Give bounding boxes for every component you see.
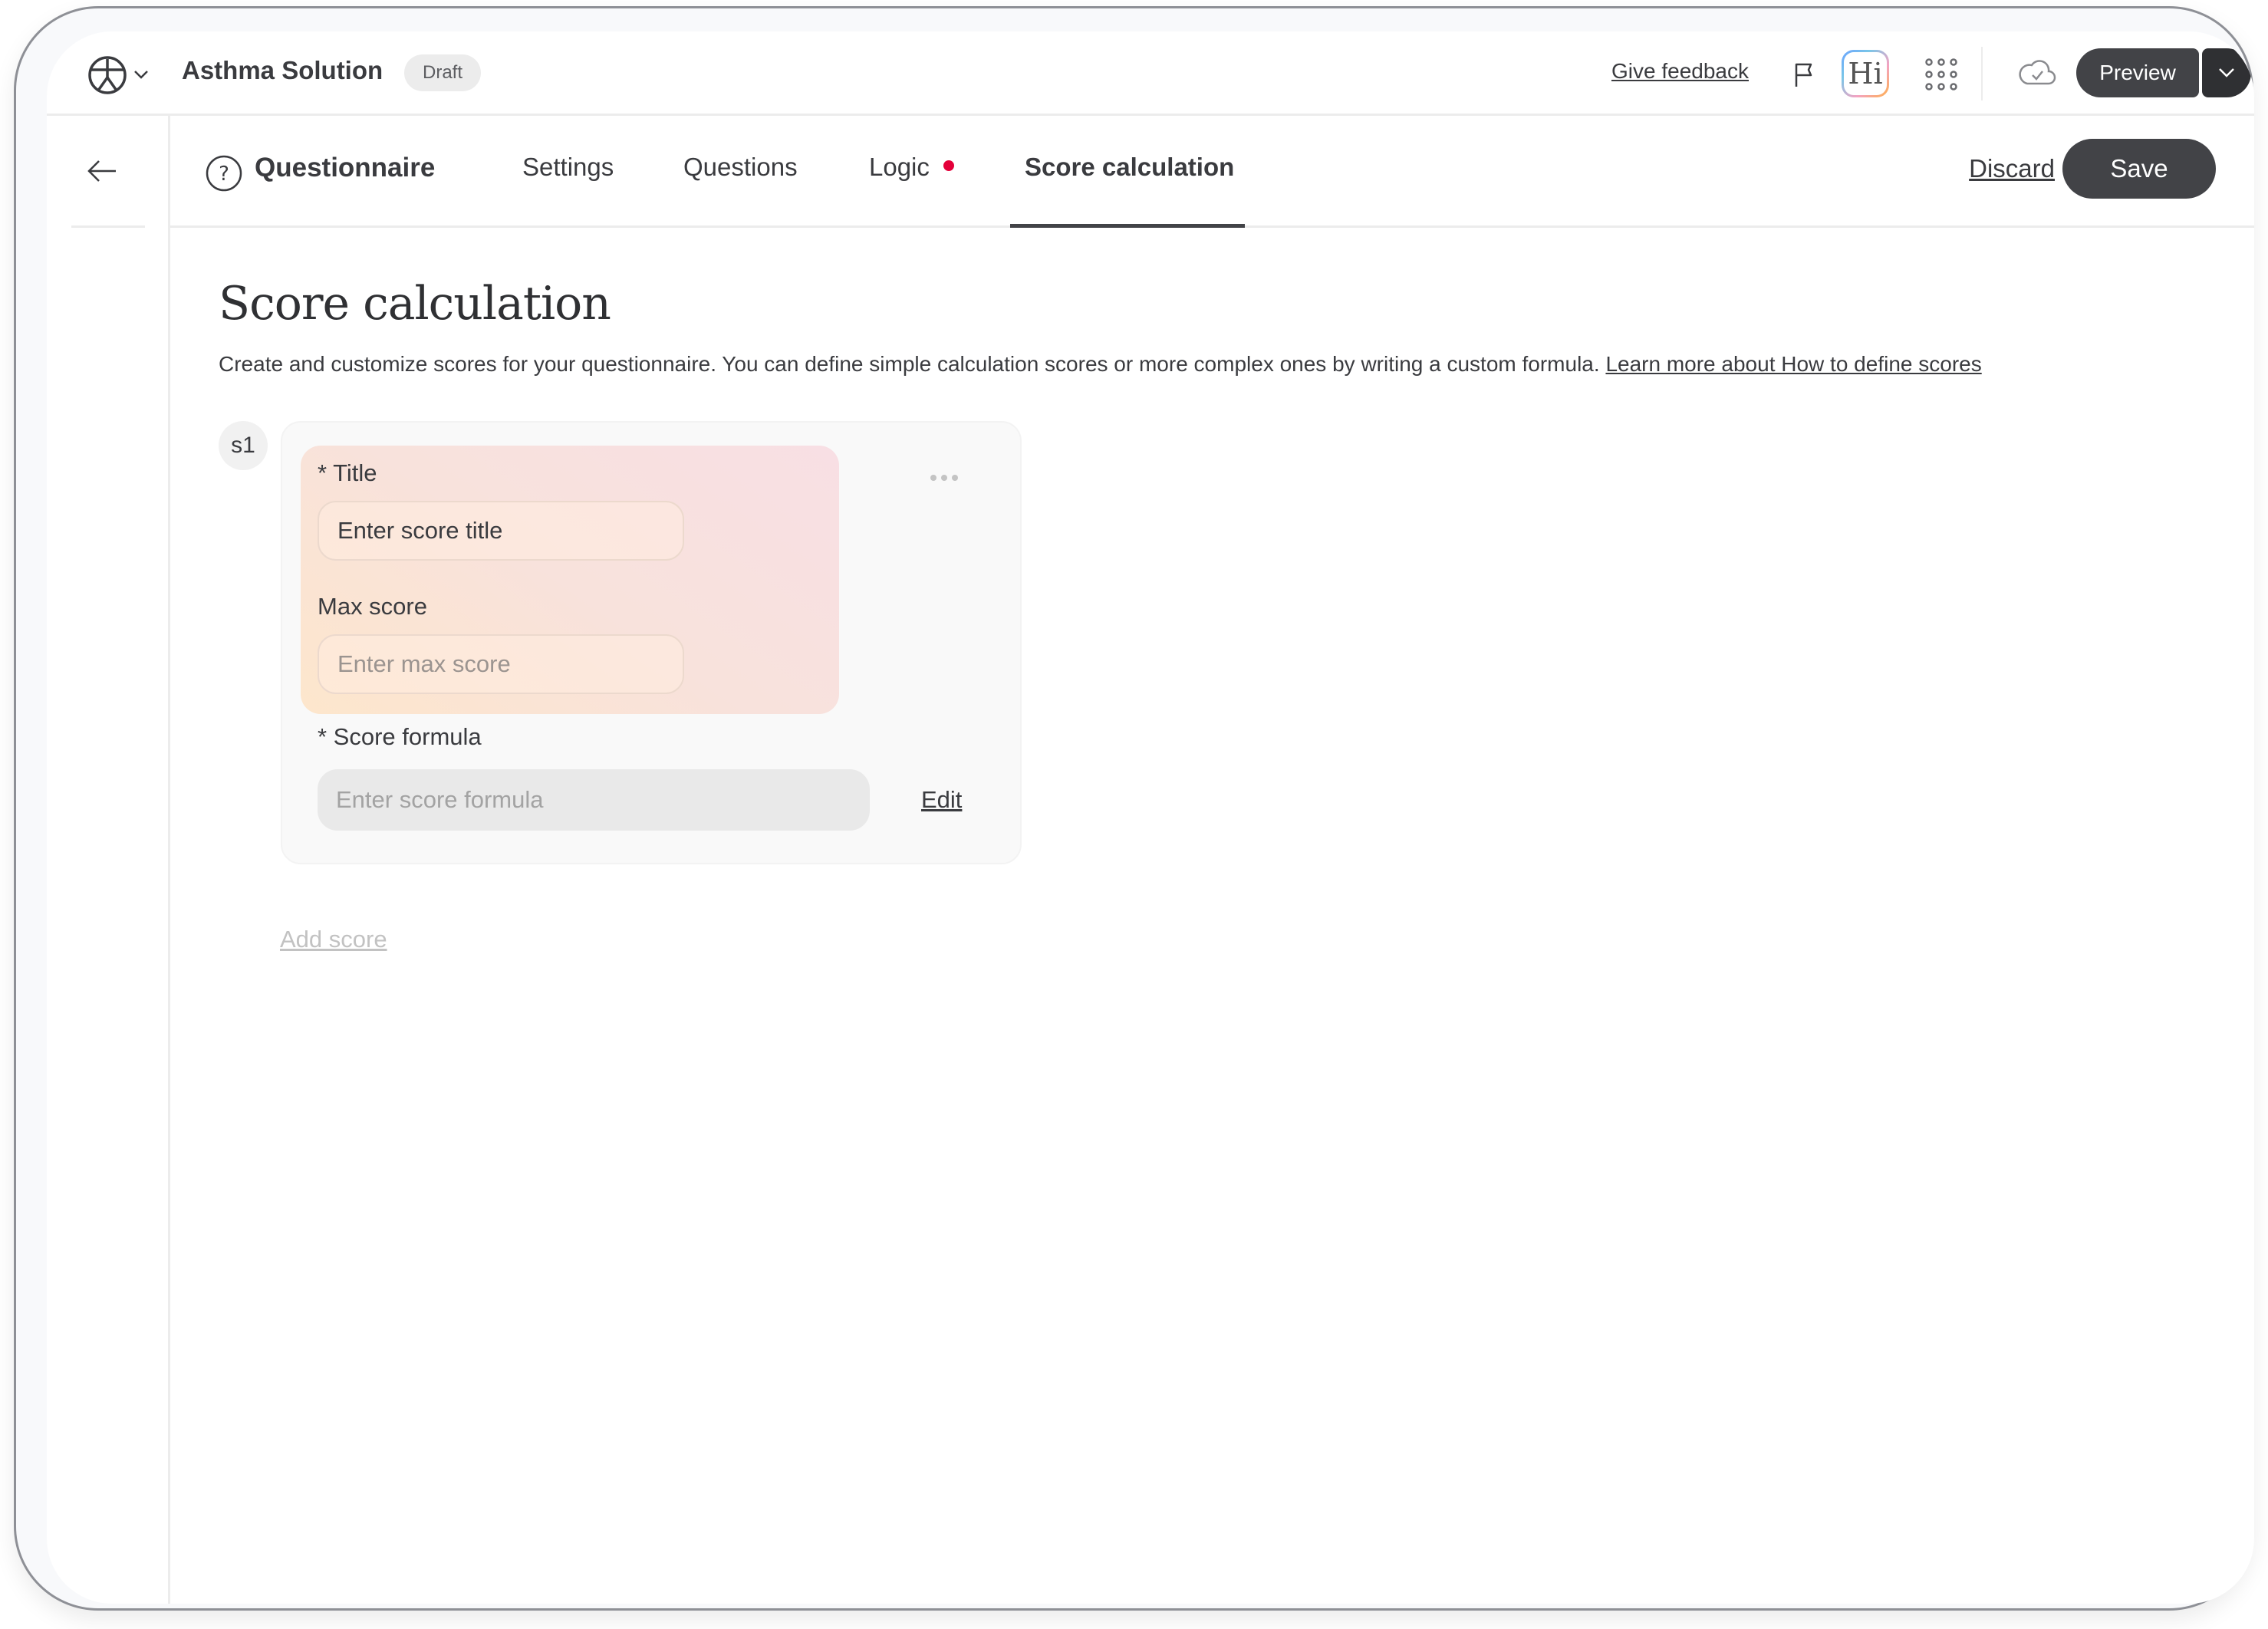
give-feedback-link[interactable]: Give feedback [1611,59,1749,84]
back-column [47,116,168,228]
header-divider [1981,47,1983,100]
page-description: Create and customize scores for your que… [219,352,1982,377]
score-formula-label: * Score formula [318,723,482,750]
assistant-hi-label: Hi [1844,52,1887,95]
tab-logic-label: Logic [869,153,930,181]
score-highlight-area: * Title Max score [301,446,839,714]
score-card: * Title Max score * Score formula Edit [281,421,1022,864]
preview-options-button[interactable] [2202,48,2251,97]
chevron-down-icon[interactable] [133,68,150,81]
score-title-input[interactable] [318,501,684,561]
preview-button[interactable]: Preview [2076,48,2199,97]
status-badge: Draft [404,54,482,91]
tab-logic[interactable]: Logic [869,153,954,182]
app-title: Asthma Solution [182,56,383,84]
save-button[interactable]: Save [2062,139,2216,199]
top-header: Asthma Solution Draft Give feedback Hi P… [47,31,2254,116]
brand-logo-icon[interactable] [87,54,128,96]
discard-button[interactable]: Discard [1969,154,2055,183]
edit-formula-link[interactable]: Edit [921,786,962,814]
app-window: Asthma Solution Draft Give feedback Hi P… [47,31,2254,1604]
add-score-link[interactable]: Add score [280,926,387,953]
score-formula-input[interactable] [318,769,870,831]
svg-text:?: ? [219,163,229,186]
sidebar-divider [168,116,170,1604]
back-column-divider [71,225,145,228]
score-id-badge: s1 [219,421,268,470]
max-score-input[interactable] [318,634,684,694]
tab-bar: ? Questionnaire Settings Questions Logic… [170,116,2254,228]
question-circle-icon: ? [206,155,242,192]
tab-questions[interactable]: Questions [683,153,798,182]
description-text: Create and customize scores for your que… [219,352,1600,376]
sub-header: ? Questionnaire Settings Questions Logic… [47,116,2254,228]
alert-dot [943,160,954,172]
cloud-saved-icon [2019,60,2056,85]
page-title: Score calculation [219,277,611,331]
arrow-left-icon[interactable] [85,156,119,186]
max-score-label: Max score [318,593,427,620]
tab-score-calculation[interactable]: Score calculation [1025,153,1234,182]
chevron-down-icon [2219,68,2234,77]
section-title-questionnaire: Questionnaire [255,153,436,183]
active-tab-indicator [1010,224,1245,228]
tab-settings[interactable]: Settings [522,153,614,182]
flag-icon[interactable] [1794,62,1814,88]
assistant-hi-icon[interactable]: Hi [1842,50,1889,97]
more-options-icon[interactable] [929,473,960,482]
apps-grid-icon[interactable] [1924,58,1958,91]
device-frame: Asthma Solution Draft Give feedback Hi P… [14,6,2254,1611]
learn-more-link[interactable]: Learn more about How to define scores [1605,352,1981,376]
title-label: * Title [318,459,377,486]
